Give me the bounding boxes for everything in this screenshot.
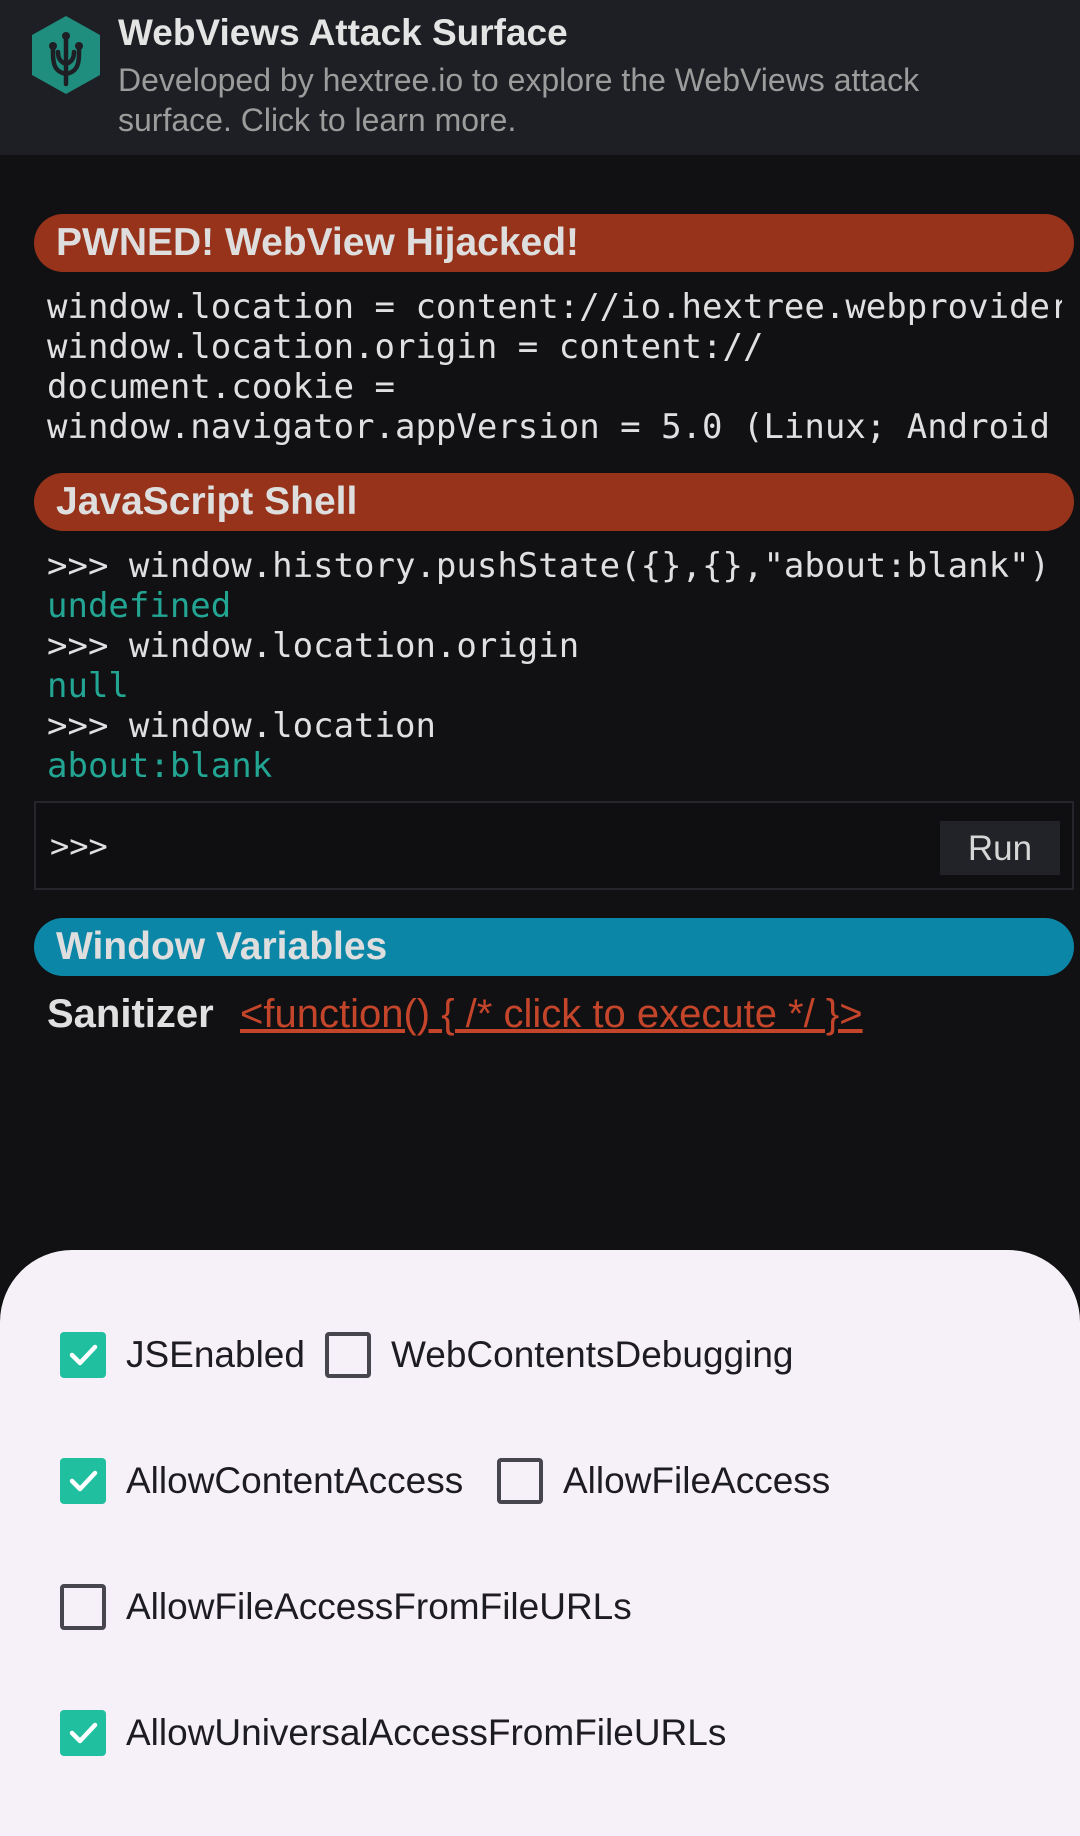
variable-function-link[interactable]: <function() { /* click to execute */ }>	[240, 992, 863, 1037]
info-line-location: window.location = content://io.hextree.w…	[47, 287, 1062, 327]
checkbox-unchecked-icon[interactable]	[60, 1584, 106, 1630]
checkbox-checked-icon[interactable]	[60, 1332, 106, 1378]
info-line-app-version: window.navigator.appVersion = 5.0 (Linux…	[47, 407, 1051, 447]
shell-prompt: >>>	[50, 827, 108, 865]
info-line-cookie: document.cookie =	[47, 367, 416, 407]
shell-input-line: >>> window.location.origin	[47, 626, 580, 666]
shell-input-line: >>> window.history.pushState({},{},"abou…	[47, 546, 1051, 586]
window-info-block: window.location = content://io.hextree.w…	[47, 287, 1062, 447]
window-variables-title: Window Variables	[34, 918, 1074, 976]
checkbox-unchecked-icon[interactable]	[325, 1332, 371, 1378]
option-label: WebContentsDebugging	[391, 1334, 794, 1375]
app-description[interactable]: Developed by hextree.io to explore the W…	[118, 60, 1018, 140]
app-screen: WebViews Attack Surface Developed by hex…	[0, 0, 1080, 1836]
info-line-origin: window.location.origin = content://	[47, 327, 764, 367]
shell-input-field[interactable]: >>> Run	[34, 801, 1074, 890]
variable-name: Sanitizer	[47, 992, 214, 1036]
hextree-logo-icon	[32, 16, 100, 94]
shell-history: >>> window.history.pushState({},{},"abou…	[47, 546, 1062, 786]
option-label: AllowFileAccess	[563, 1460, 831, 1501]
app-header[interactable]: WebViews Attack Surface Developed by hex…	[0, 0, 1080, 155]
app-title: WebViews Attack Surface	[118, 12, 568, 53]
option-label: AllowUniversalAccessFromFileURLs	[126, 1712, 727, 1753]
shell-input-line: >>> window.location	[47, 706, 436, 746]
option-label: AllowFileAccessFromFileURLs	[126, 1586, 632, 1627]
checkbox-unchecked-icon[interactable]	[497, 1458, 543, 1504]
pwned-section-title: PWNED! WebView Hijacked!	[34, 214, 1074, 272]
checkbox-checked-icon[interactable]	[60, 1458, 106, 1504]
shell-output-line: about:blank	[47, 746, 273, 786]
settings-bottom-sheet: JSEnabled WebContentsDebugging AllowCont…	[0, 1250, 1080, 1836]
option-label: JSEnabled	[126, 1334, 305, 1375]
run-button[interactable]: Run	[940, 821, 1060, 875]
shell-output-line: null	[47, 666, 129, 706]
option-label: AllowContentAccess	[126, 1460, 464, 1501]
checkbox-checked-icon[interactable]	[60, 1710, 106, 1756]
shell-output-line: undefined	[47, 586, 232, 626]
js-shell-title: JavaScript Shell	[34, 473, 1074, 531]
